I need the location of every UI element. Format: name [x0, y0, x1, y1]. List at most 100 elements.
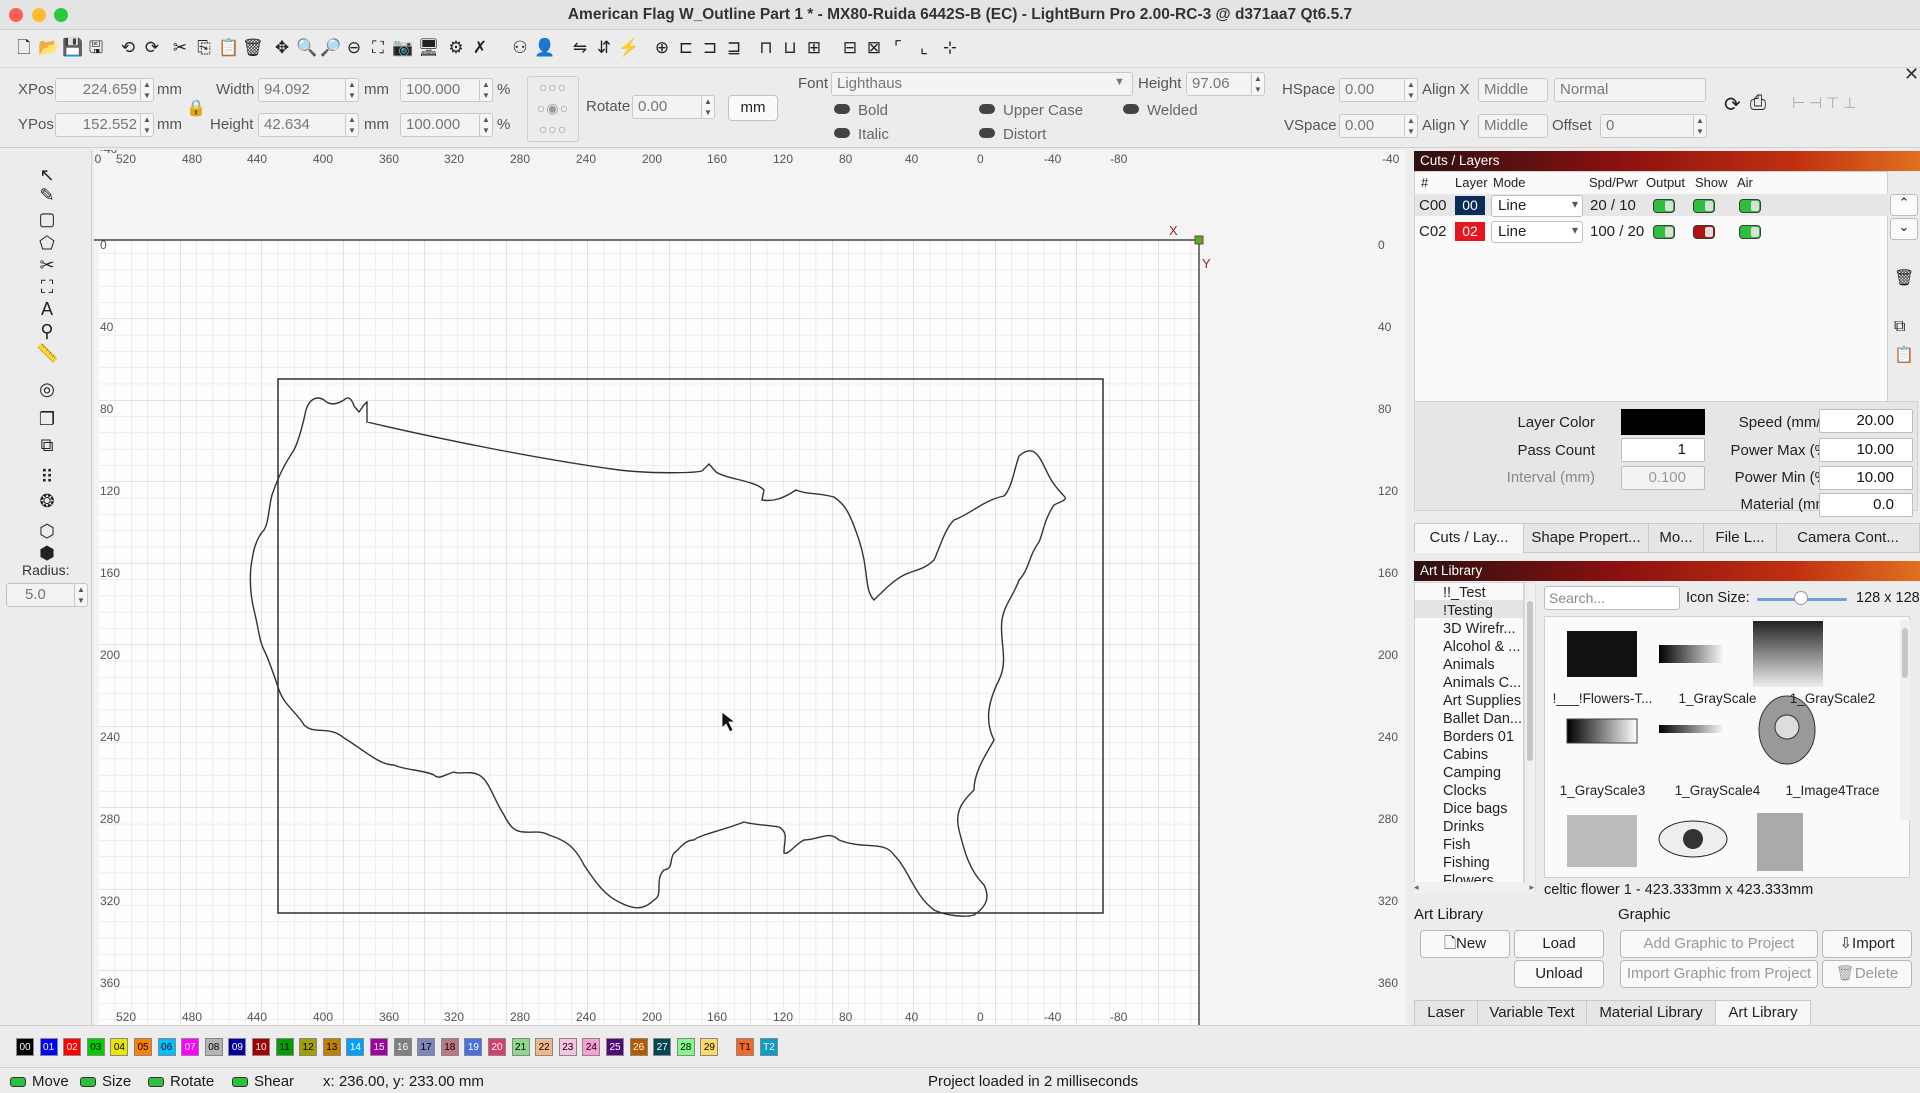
art-category-item[interactable]: Cabins [1443, 747, 1488, 763]
radius-spinner[interactable]: ▲ ▼ [74, 583, 88, 607]
mirror-icon[interactable]: ⇋ [570, 38, 590, 58]
printer-icon[interactable]: ⎙ [1750, 92, 1766, 115]
delete-icon[interactable]: 🗑 [242, 38, 264, 58]
align-center-icon[interactable]: ⊐ [700, 38, 720, 58]
delete-layer-icon[interactable]: 🗑 [1894, 268, 1914, 288]
offset-spinner[interactable]: ▲ ▼ [1693, 114, 1707, 138]
thumbnail-wolf[interactable] [1567, 815, 1637, 867]
palette-swatch-13[interactable]: 13 [322, 1038, 341, 1056]
workspace-canvas[interactable]: X Y -40520480440400360320280240200160120… [94, 150, 1406, 1025]
close-toolbar-icon[interactable]: ✕ [1904, 64, 1919, 85]
palette-swatch-T1[interactable]: T1 [736, 1038, 754, 1056]
new-library-button[interactable]: 🗋New [1420, 930, 1510, 958]
art-category-item[interactable]: Fishing [1443, 855, 1490, 871]
layer-row-c00[interactable] [1415, 194, 1889, 216]
radius-input[interactable]: 5.0 [6, 583, 78, 607]
show-toggle[interactable] [1693, 225, 1715, 239]
new-file-icon[interactable]: 🗋 [14, 38, 34, 58]
chamfer-icon[interactable]: ⬢ [36, 542, 58, 564]
camera-icon[interactable]: 📷 [392, 38, 413, 58]
art-category-item[interactable]: Dice bags [1443, 801, 1507, 817]
palette-swatch-09[interactable]: 09 [228, 1038, 247, 1056]
art-category-item[interactable]: Borders 01 [1443, 729, 1514, 745]
position-laser-icon[interactable]: ⚲ [36, 320, 58, 342]
thumbnail-scrollbar[interactable] [1900, 620, 1910, 820]
art-category-list[interactable]: !!_Test !Testing 3D Wirefr... Alcohol & ...… [1414, 582, 1524, 892]
hspace-input[interactable]: 0.00 [1339, 78, 1407, 102]
redo-icon[interactable]: ⟳ [142, 38, 162, 58]
save-file-icon[interactable]: 💾 [62, 38, 83, 58]
palette-swatch-20[interactable]: 20 [488, 1038, 506, 1056]
tab-variable-text[interactable]: Variable Text [1477, 1000, 1587, 1026]
thumbnail-portrait[interactable] [1757, 813, 1803, 871]
measure-icon[interactable]: ⊹ [940, 38, 960, 58]
target-icon[interactable]: ⊕ [652, 38, 672, 58]
pass-count-input[interactable]: 1 [1621, 438, 1705, 462]
monitor-icon[interactable]: 🖥 [418, 38, 440, 58]
palette-swatch-14[interactable]: 14 [346, 1038, 365, 1056]
palette-swatch-10[interactable]: 10 [252, 1038, 270, 1056]
category-hscrollbar[interactable]: ◂ ▸ [1414, 882, 1534, 894]
unload-library-button[interactable]: Unload [1514, 960, 1604, 988]
palette-swatch-27[interactable]: 27 [653, 1038, 672, 1056]
interval-input[interactable]: 0.100 [1621, 466, 1705, 490]
group-icon[interactable]: ⚇ [510, 38, 530, 58]
height-spinner[interactable]: ▲ ▼ [345, 113, 359, 137]
palette-swatch-12[interactable]: 12 [299, 1038, 318, 1056]
palette-swatch-02[interactable]: 02 [63, 1038, 82, 1056]
palette-swatch-08[interactable]: 08 [204, 1038, 223, 1056]
distribute-v-icon[interactable]: ⊔ [780, 38, 800, 58]
boolean-union-icon[interactable]: ⧉ [36, 434, 58, 456]
scale-width-spinner[interactable]: ▲ ▼ [479, 78, 493, 102]
align-x-select[interactable]: Middle [1478, 78, 1548, 102]
zoom-frame-icon[interactable]: ⛶ [368, 38, 388, 58]
palette-swatch-11[interactable]: 11 [275, 1038, 294, 1056]
layer-color-swatch[interactable]: 02 [1455, 222, 1485, 241]
thumbnail-grayscale4[interactable] [1659, 725, 1725, 733]
tools-icon[interactable]: ✗ [470, 38, 490, 58]
offset-input[interactable]: 0 [1600, 114, 1696, 138]
tab-material-library[interactable]: Material Library [1586, 1000, 1716, 1026]
tab-cuts-layers[interactable]: Cuts / Lay... [1414, 523, 1524, 553]
align-right-icon[interactable]: ⊒ [724, 38, 744, 58]
import-from-project-button[interactable]: Import Graphic from Project [1620, 960, 1818, 988]
shear-status[interactable]: Shear [232, 1073, 294, 1090]
output-toggle[interactable] [1653, 199, 1675, 213]
edit-nodes-icon[interactable]: ✂ [36, 254, 58, 276]
round-corners-icon[interactable]: ⬡ [36, 520, 58, 542]
user-icon[interactable]: 👤 [534, 38, 555, 58]
tab-move[interactable]: Mo... [1648, 523, 1704, 553]
power-max-input[interactable]: 10.00 [1819, 438, 1913, 462]
measure-tool-icon[interactable]: 📏 [36, 342, 58, 364]
thumbnail-grayscale[interactable] [1659, 645, 1725, 663]
move-layer-down-button[interactable]: ⌄ [1890, 218, 1918, 240]
show-toggle[interactable] [1693, 199, 1715, 213]
palette-swatch-24[interactable]: 24 [582, 1038, 601, 1056]
hspace-spinner[interactable]: ▲ ▼ [1404, 78, 1418, 102]
palette-swatch-04[interactable]: 04 [110, 1038, 129, 1056]
text-align-icons[interactable]: ⊢⊣⊤⊥ [1792, 94, 1860, 112]
width-spinner[interactable]: ▲ ▼ [345, 78, 359, 102]
load-library-button[interactable]: Load [1514, 930, 1604, 958]
vspace-spinner[interactable]: ▲ ▼ [1404, 114, 1418, 138]
palette-swatch-15[interactable]: 15 [370, 1038, 388, 1056]
tab-laser[interactable]: Laser [1414, 1000, 1478, 1026]
output-toggle[interactable] [1653, 225, 1675, 239]
distribute-h-icon[interactable]: ⊓ [756, 38, 776, 58]
center-v-icon[interactable]: ⊠ [864, 38, 884, 58]
text-tool-icon[interactable]: A [36, 298, 58, 320]
xpos-spinner[interactable]: ▲ ▼ [140, 78, 154, 102]
workspace-svg[interactable]: X Y [94, 150, 1406, 1025]
corner-icon[interactable]: ⌜ [888, 38, 908, 58]
distort-toggle[interactable]: Distort [979, 126, 1046, 143]
palette-swatch-28[interactable]: 28 [676, 1038, 695, 1056]
polygon-tool-icon[interactable]: ⬠ [36, 232, 58, 254]
width-input[interactable]: 94.092 [258, 78, 348, 102]
palette-swatch-18[interactable]: 18 [440, 1038, 459, 1056]
zoom-in-icon[interactable]: 🔍 [296, 38, 317, 58]
xpos-input[interactable]: 224.659 [55, 78, 143, 102]
palette-swatch-07[interactable]: 07 [181, 1038, 200, 1056]
tab-file-list[interactable]: File L... [1703, 523, 1777, 553]
layer-mode-select[interactable]: Line [1491, 195, 1583, 217]
rotate-input[interactable]: 0.00 [632, 95, 704, 119]
